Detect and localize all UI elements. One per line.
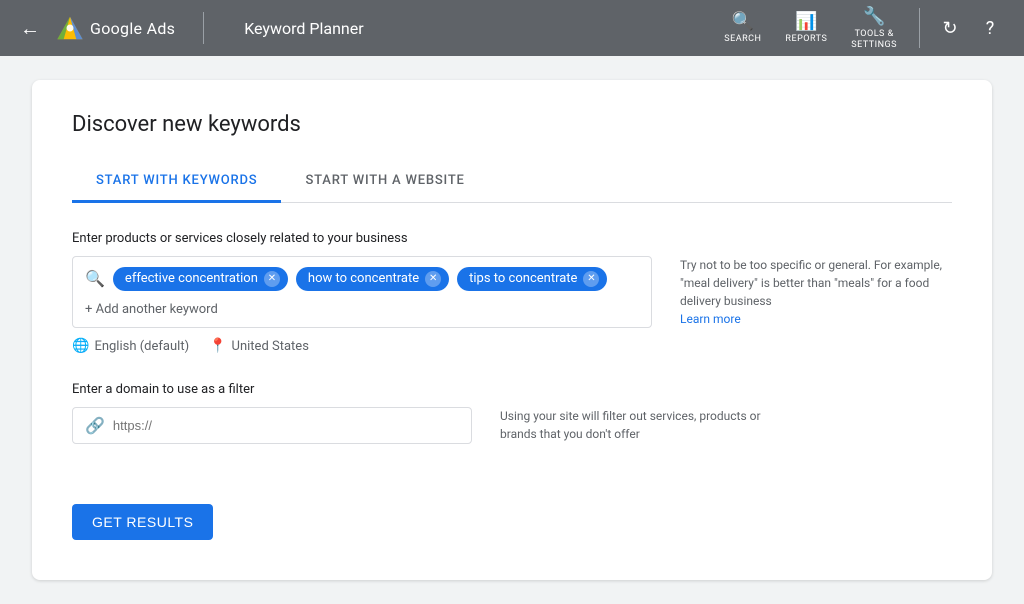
- keywords-input-area[interactable]: 🔍 effective concentration ✕ how to conce…: [72, 256, 652, 328]
- domain-hint-area: Using your site will filter out services…: [472, 407, 772, 444]
- chip-2-close-button[interactable]: ✕: [425, 271, 441, 287]
- search-nav-button[interactable]: 🔍 SEARCH: [714, 5, 771, 51]
- domain-hint-text: Using your site will filter out services…: [500, 407, 772, 443]
- top-navigation: ← Google Ads Keyword Planner 🔍 SEARCH 📊 …: [0, 0, 1024, 56]
- language-item: 🌐 English (default): [72, 338, 189, 354]
- keywords-search-icon: 🔍: [85, 269, 105, 288]
- get-results-button[interactable]: GET RESULTS: [72, 504, 213, 540]
- reports-nav-button[interactable]: 📊 REPORTS: [775, 5, 837, 51]
- reports-nav-icon: 📊: [795, 11, 817, 32]
- tabs-container: START WITH KEYWORDS START WITH A WEBSITE: [72, 161, 952, 203]
- location-pin-icon: 📍: [209, 338, 226, 354]
- chip-1-text: effective concentration: [125, 271, 258, 286]
- search-nav-label: SEARCH: [724, 34, 761, 45]
- domain-input-field[interactable]: [113, 418, 459, 433]
- language-location-row: 🌐 English (default) 📍 United States: [72, 338, 952, 354]
- refresh-button[interactable]: ↻: [932, 10, 968, 46]
- tools-settings-icon: 🔧: [863, 6, 885, 27]
- keywords-hint-area: Try not to be too specific or general. F…: [652, 256, 952, 328]
- tools-settings-label: TOOLS &SETTINGS: [851, 29, 897, 51]
- domain-row: 🔗 Using your site will filter out servic…: [72, 407, 952, 444]
- location-text: United States: [232, 339, 309, 354]
- keyword-chip-1: effective concentration ✕: [113, 267, 288, 291]
- nav-divider-logo: [203, 12, 204, 44]
- keywords-hint-text: Try not to be too specific or general. F…: [680, 256, 952, 310]
- keywords-row: 🔍 effective concentration ✕ how to conce…: [72, 256, 952, 328]
- google-ads-logo: Google Ads: [56, 14, 175, 42]
- search-nav-icon: 🔍: [732, 11, 754, 32]
- tab-start-with-keywords[interactable]: START WITH KEYWORDS: [72, 161, 281, 203]
- domain-section: Enter a domain to use as a filter 🔗 Usin…: [72, 382, 952, 444]
- keywords-label: Enter products or services closely relat…: [72, 231, 952, 246]
- google-ads-label: Google Ads: [90, 19, 175, 38]
- chip-3-close-button[interactable]: ✕: [583, 271, 599, 287]
- location-item: 📍 United States: [209, 338, 309, 354]
- language-text: English (default): [94, 339, 189, 354]
- google-ads-logo-icon: [56, 14, 84, 42]
- chip-3-text: tips to concentrate: [469, 271, 577, 286]
- keyword-chip-2: how to concentrate ✕: [296, 267, 449, 291]
- refresh-icon: ↻: [942, 18, 957, 39]
- back-button[interactable]: ←: [16, 12, 44, 45]
- learn-more-link[interactable]: Learn more: [680, 312, 741, 326]
- tools-settings-button[interactable]: 🔧 TOOLS &SETTINGS: [841, 0, 907, 56]
- main-content: Discover new keywords START WITH KEYWORD…: [0, 56, 1024, 604]
- reports-nav-label: REPORTS: [785, 34, 827, 45]
- card-title: Discover new keywords: [72, 112, 952, 137]
- page-title-kw: Keyword Planner: [244, 19, 363, 38]
- add-keyword-button[interactable]: + Add another keyword: [85, 302, 218, 317]
- main-card: Discover new keywords START WITH KEYWORD…: [32, 80, 992, 580]
- chip-1-close-button[interactable]: ✕: [264, 271, 280, 287]
- chip-2-text: how to concentrate: [308, 271, 419, 286]
- language-icon: 🌐: [72, 338, 89, 354]
- help-button[interactable]: ?: [972, 10, 1008, 46]
- help-icon: ?: [986, 18, 995, 39]
- nav-divider-right: [919, 8, 920, 48]
- domain-input-area[interactable]: 🔗: [72, 407, 472, 444]
- domain-label: Enter a domain to use as a filter: [72, 382, 952, 397]
- domain-link-icon: 🔗: [85, 416, 105, 435]
- nav-right: 🔍 SEARCH 📊 REPORTS 🔧 TOOLS &SETTINGS ↻ ?: [714, 0, 1008, 56]
- tab-start-with-website[interactable]: START WITH A WEBSITE: [281, 161, 488, 203]
- nav-left: ← Google Ads Keyword Planner: [16, 12, 714, 45]
- keyword-chip-3: tips to concentrate ✕: [457, 267, 607, 291]
- keywords-section: Enter products or services closely relat…: [72, 231, 952, 354]
